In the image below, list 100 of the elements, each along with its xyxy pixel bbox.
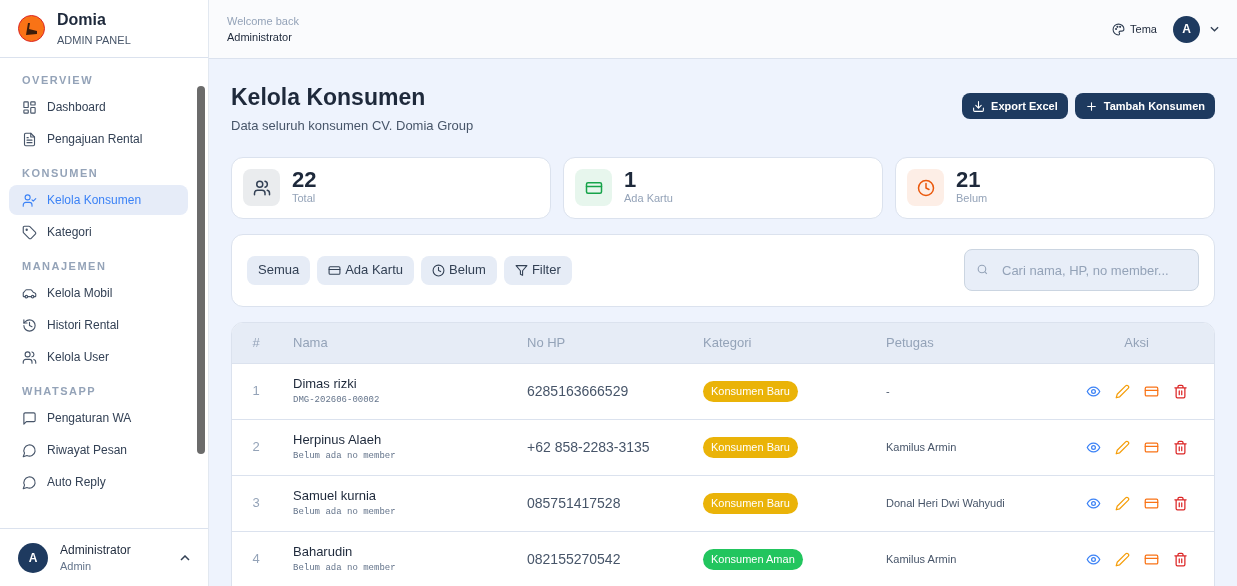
user-check-icon <box>22 192 37 208</box>
delete-icon[interactable] <box>1172 383 1188 399</box>
chevron-up-icon[interactable] <box>180 554 190 561</box>
users-icon <box>22 349 37 365</box>
phone-number: 6285163666529 <box>527 381 629 401</box>
grid-icon <box>22 99 37 115</box>
sidebar-item[interactable]: Histori Rental <box>9 310 188 340</box>
search-icon <box>976 263 989 276</box>
chat-bubble-icon <box>22 442 37 458</box>
stat-value: 22 <box>292 167 317 192</box>
category-badge: Konsumen Baru <box>703 380 798 402</box>
officer-name: Kamilus Armin <box>886 439 957 455</box>
card-icon[interactable] <box>1143 383 1159 399</box>
row-number: 2 <box>252 438 260 457</box>
view-icon[interactable] <box>1085 495 1101 511</box>
action-button[interactable]: Tambah Konsumen <box>1074 93 1215 119</box>
phone-number: 085751417528 <box>527 493 621 513</box>
chevron-down-icon[interactable] <box>1210 26 1219 32</box>
edit-icon[interactable] <box>1114 439 1130 455</box>
section-heading: MANAJEMEN <box>21 258 108 274</box>
column-header: Petugas <box>886 333 934 352</box>
column-header: No HP <box>527 333 566 352</box>
phone-number: 082155270542 <box>527 549 621 569</box>
profile-avatar[interactable]: A <box>1173 15 1200 43</box>
card-icon[interactable] <box>1143 551 1159 567</box>
view-icon[interactable] <box>1085 383 1101 399</box>
view-icon[interactable] <box>1085 439 1101 455</box>
column-header: # <box>252 333 260 352</box>
sidebar-item[interactable]: Kelola User <box>9 342 188 372</box>
customer-name: Herpinus Alaeh <box>293 432 383 448</box>
palette-icon <box>1112 22 1126 36</box>
filter-chip[interactable]: Semua <box>247 255 311 285</box>
header-user-name: Administrator <box>227 30 293 45</box>
customer-name: Baharudin <box>293 544 354 560</box>
user-name: Administrator <box>60 541 132 558</box>
sidebar-item[interactable]: Riwayat Pesan <box>9 435 188 465</box>
greeting-text: Welcome back <box>227 14 300 29</box>
tag-icon <box>22 224 37 240</box>
row-number: 1 <box>252 382 260 401</box>
row-number: 4 <box>252 550 260 569</box>
brand-name: Domia <box>57 9 107 30</box>
stat-value: 1 <box>624 167 638 192</box>
member-number: Belum ada no member <box>293 450 397 462</box>
search-field[interactable]: Cari nama, HP, no member... <box>964 249 1199 291</box>
stat-label: Ada Kartu <box>624 191 673 204</box>
sidebar-item[interactable]: Kelola Mobil <box>9 278 188 308</box>
theme-button[interactable]: Tema <box>1112 20 1157 38</box>
customer-name: Samuel kurnia <box>293 488 378 504</box>
delete-icon[interactable] <box>1172 495 1188 511</box>
sidebar-item[interactable]: Kategori <box>9 217 188 247</box>
category-badge: Konsumen Baru <box>703 436 798 458</box>
filter-chip[interactable]: Filter <box>503 255 572 285</box>
card-icon[interactable] <box>1143 439 1159 455</box>
member-number: Belum ada no member <box>293 562 397 574</box>
view-icon[interactable] <box>1085 551 1101 567</box>
section-heading: WHATSAPP <box>21 383 98 399</box>
edit-icon[interactable] <box>1114 551 1130 567</box>
plus-icon <box>1084 99 1098 113</box>
scrollbar[interactable] <box>197 86 205 454</box>
category-badge: Konsumen Baru <box>703 492 798 514</box>
column-header: Nama <box>293 333 328 352</box>
chat-bubble-icon <box>22 474 37 490</box>
member-number: DMG-202606-00002 <box>293 394 381 406</box>
document-icon <box>22 131 37 147</box>
logo-icon <box>18 15 45 42</box>
edit-icon[interactable] <box>1114 495 1130 511</box>
sidebar-item[interactable]: Dashboard <box>9 92 188 122</box>
officer-name: - <box>886 383 890 399</box>
section-heading: OVERVIEW <box>21 72 95 88</box>
edit-icon[interactable] <box>1114 383 1130 399</box>
user-avatar: A <box>18 542 48 573</box>
download-icon <box>972 99 986 113</box>
history-icon <box>22 317 37 333</box>
users-icon <box>252 178 271 197</box>
brand-subtitle: ADMIN PANEL <box>57 32 131 48</box>
column-header: Kategori <box>703 333 752 352</box>
clock-icon <box>432 263 446 277</box>
filter-chip[interactable]: Ada Kartu <box>317 255 415 285</box>
sidebar-item[interactable]: Auto Reply <box>9 467 188 497</box>
action-button[interactable]: Export Excel <box>962 93 1068 119</box>
stat-label: Total <box>292 191 317 204</box>
card-icon <box>328 263 342 277</box>
column-header: Aksi <box>1124 333 1149 352</box>
officer-name: Kamilus Armin <box>886 551 957 567</box>
row-number: 3 <box>252 494 260 513</box>
delete-icon[interactable] <box>1172 551 1188 567</box>
sidebar-item[interactable]: Pengaturan WA <box>9 403 188 433</box>
officer-name: Donal Heri Dwi Wahyudi <box>886 495 1005 511</box>
stat-label: Belum <box>956 191 988 204</box>
filter-chip[interactable]: Belum <box>421 255 497 285</box>
phone-number: +62 858-2283-3135 <box>527 437 650 457</box>
member-number: Belum ada no member <box>293 506 397 518</box>
filter-icon <box>514 263 528 277</box>
page-subtitle: Data seluruh konsumen CV. Domia Group <box>231 117 475 135</box>
sidebar-item[interactable]: Pengajuan Rental <box>9 124 188 154</box>
category-badge: Konsumen Aman <box>703 548 803 570</box>
customer-name: Dimas rizki <box>293 376 358 392</box>
card-icon[interactable] <box>1143 495 1159 511</box>
clock-icon <box>916 178 935 197</box>
delete-icon[interactable] <box>1172 439 1188 455</box>
